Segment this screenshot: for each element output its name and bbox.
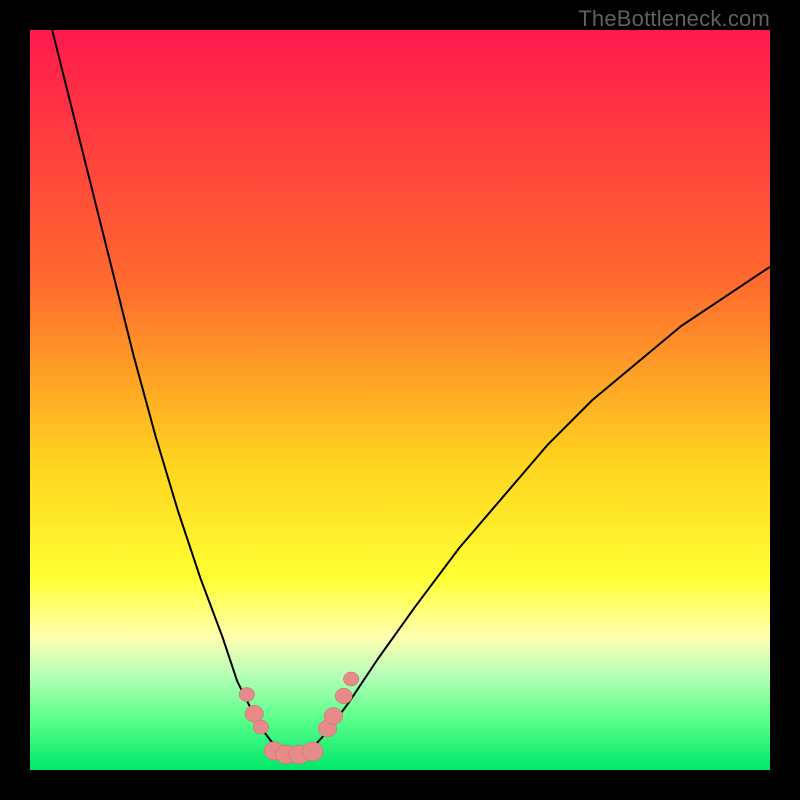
- marker-point: [245, 705, 264, 722]
- outer-frame: TheBottleneck.com: [0, 0, 800, 800]
- watermark-text: TheBottleneck.com: [578, 6, 770, 32]
- curve-right-curve: [300, 267, 770, 755]
- marker-point: [253, 720, 269, 734]
- marker-point: [343, 672, 359, 686]
- plot-area: [30, 30, 770, 770]
- curve-left-curve: [52, 30, 293, 754]
- chart-svg: [30, 30, 770, 770]
- marker-point: [324, 708, 343, 725]
- marker-point: [239, 687, 255, 701]
- marker-point: [335, 688, 352, 703]
- marker-point: [302, 742, 323, 761]
